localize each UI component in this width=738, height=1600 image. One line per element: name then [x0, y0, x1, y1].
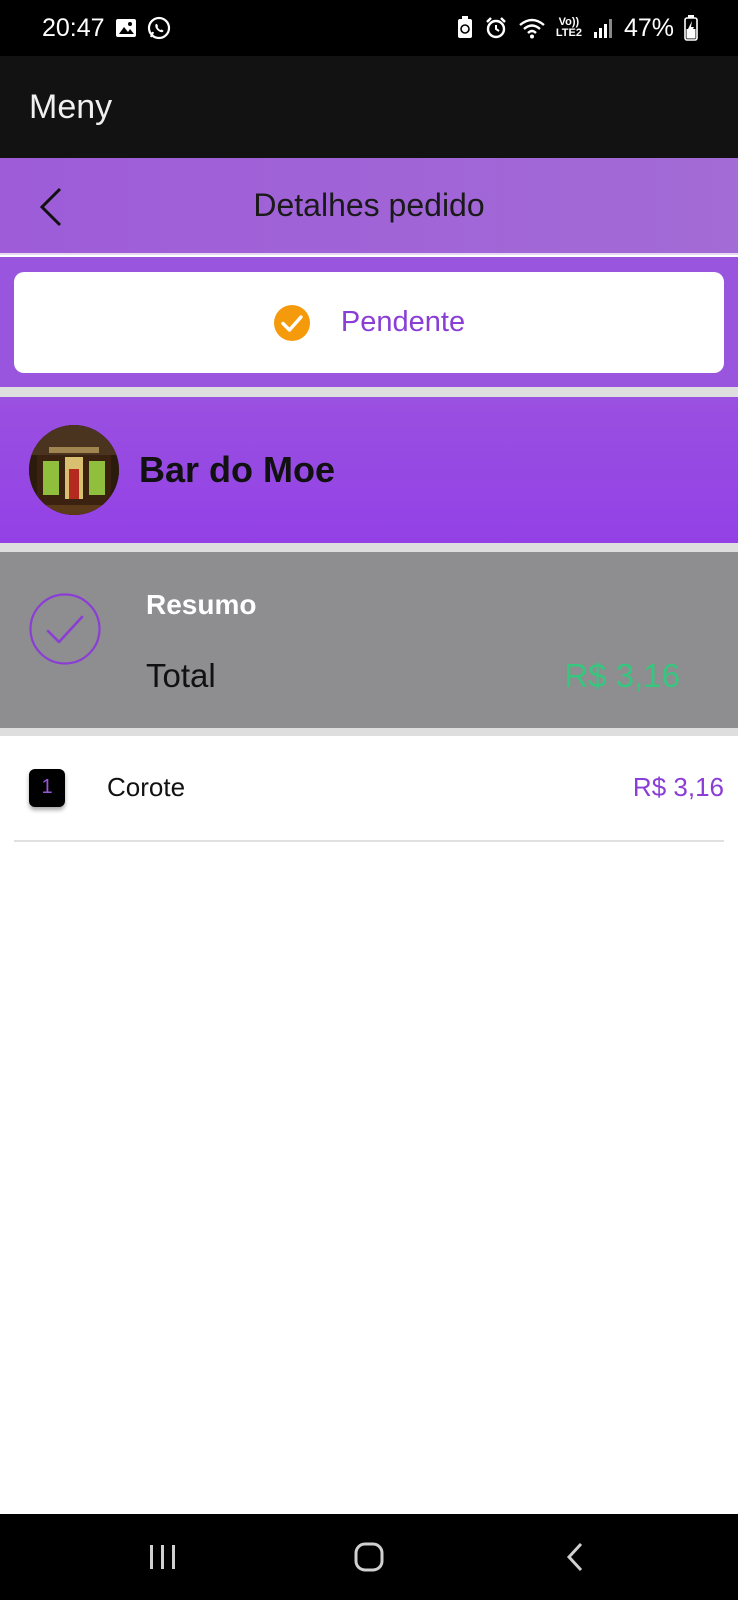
page-title: Detalhes pedido: [253, 187, 485, 223]
order-status-section: Pendente: [0, 257, 738, 387]
wifi-icon: [518, 17, 546, 39]
status-bar: 20:47 Vo)) LTE2 47%: [0, 0, 738, 56]
battery-percent: 47%: [623, 13, 674, 42]
check-outline-icon: [29, 593, 101, 665]
system-nav-bar: [0, 1514, 738, 1600]
summary-total-value: R$ 3,16: [564, 657, 680, 694]
status-bar-right: Vo)) LTE2 47%: [456, 14, 698, 43]
quantity-badge: 1: [29, 768, 65, 807]
back-button[interactable]: [26, 180, 76, 234]
home-button[interactable]: [329, 1527, 409, 1587]
recent-apps-icon: [150, 1545, 175, 1569]
status-bar-left: 20:47: [42, 14, 171, 43]
status-time: 20:47: [42, 13, 105, 42]
signal-icon: [592, 17, 614, 39]
battery-charging-icon: [684, 15, 698, 41]
section-divider: [0, 387, 738, 397]
order-status-label: Pendente: [340, 306, 466, 338]
whatsapp-icon: [147, 16, 171, 40]
summary-total-label: Total: [146, 657, 216, 694]
app-bar: Meny: [0, 56, 738, 158]
item-price: R$ 3,16: [632, 772, 724, 802]
check-circle-icon: [273, 304, 310, 341]
order-status-card: Pendente: [14, 272, 724, 373]
restaurant-header: Bar do Moe: [0, 397, 738, 543]
home-icon: [354, 1542, 384, 1572]
network-type-icon: Vo)) LTE2: [555, 16, 582, 39]
gallery-icon: [115, 17, 137, 39]
recent-apps-button[interactable]: [123, 1527, 203, 1587]
app-title: Meny: [29, 87, 113, 126]
restaurant-name: Bar do Moe: [139, 449, 336, 490]
system-back-button[interactable]: [535, 1527, 615, 1587]
chevron-left-icon: [39, 187, 62, 227]
item-name: Corote: [107, 772, 186, 802]
battery-saver-icon: [456, 16, 474, 40]
back-arrow-icon: [566, 1542, 583, 1572]
alarm-icon: [484, 16, 508, 40]
order-summary: Resumo Total R$ 3,16: [0, 552, 738, 728]
restaurant-avatar: [29, 425, 119, 515]
list-item[interactable]: 1 Corote R$ 3,16: [14, 735, 724, 842]
section-divider: [0, 543, 738, 552]
summary-title: Resumo: [146, 589, 257, 620]
page-header: Detalhes pedido: [0, 158, 738, 255]
